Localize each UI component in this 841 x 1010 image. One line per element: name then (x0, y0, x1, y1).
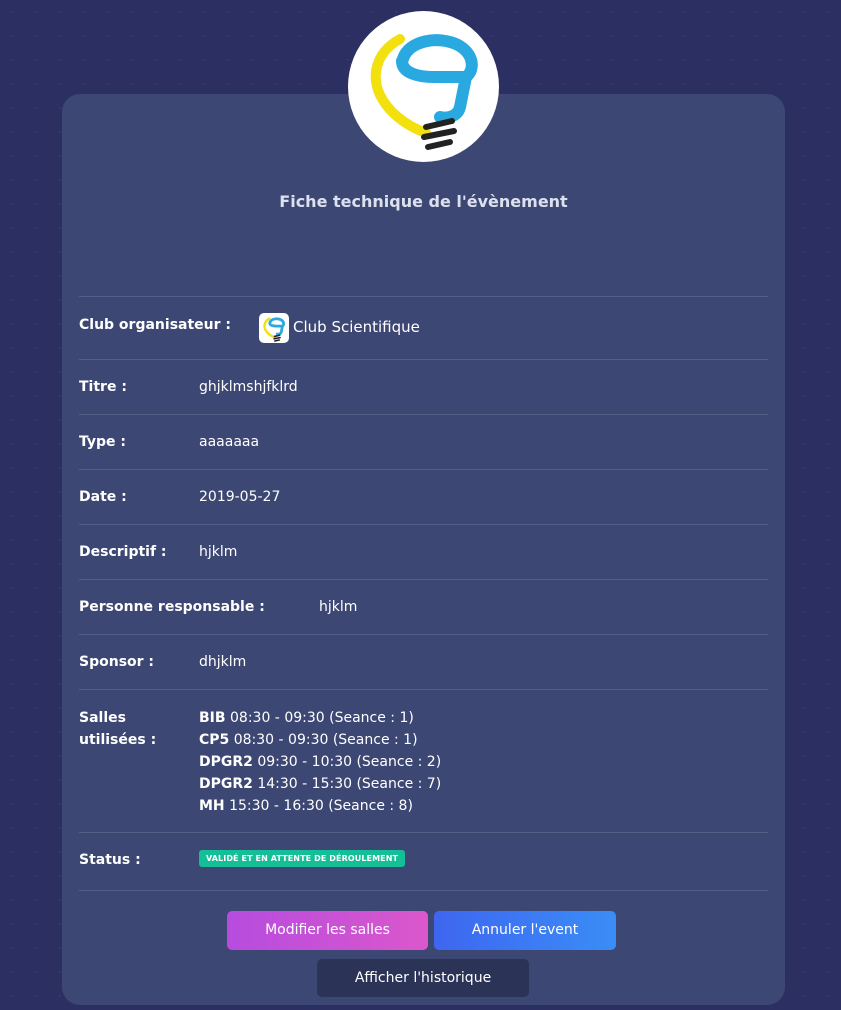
salles-label-line2: utilisées : (79, 732, 157, 748)
row-sponsor: Sponsor : dhjklm (79, 634, 768, 690)
salle-time: 08:30 - 09:30 (Seance : 1) (233, 732, 418, 748)
date-value: 2019-05-27 (199, 489, 281, 505)
salle-item: DPGR2 09:30 - 10:30 (Seance : 2) (199, 751, 441, 773)
salles-label: Salles utilisées : (79, 707, 156, 751)
row-type: Type : aaaaaaa (79, 414, 768, 470)
row-club: Club organisateur : Club Scientifique (79, 296, 768, 360)
row-titre: Titre : ghjklmshjfklrd (79, 359, 768, 415)
titre-label: Titre : (79, 379, 127, 395)
salle-item: MH 15:30 - 16:30 (Seance : 8) (199, 795, 441, 817)
row-descriptif: Descriptif : hjklm (79, 524, 768, 580)
row-date: Date : 2019-05-27 (79, 469, 768, 525)
descriptif-value: hjklm (199, 544, 238, 560)
titre-value: ghjklmshjfklrd (199, 379, 298, 395)
cancel-event-button[interactable]: Annuler l'event (434, 911, 616, 950)
sponsor-label: Sponsor : (79, 654, 155, 670)
type-label: Type : (79, 434, 127, 450)
type-value: aaaaaaa (199, 434, 260, 450)
salles-label-line1: Salles (79, 710, 126, 726)
salle-room: MH (199, 798, 225, 814)
page-title: Fiche technique de l'évènement (279, 192, 568, 211)
row-salles: Salles utilisées : BIB 08:30 - 09:30 (Se… (79, 689, 768, 833)
show-history-button[interactable]: Afficher l'historique (317, 959, 529, 997)
responsable-value: hjklm (319, 599, 358, 615)
modify-rooms-button[interactable]: Modifier les salles (227, 911, 428, 950)
salle-time: 14:30 - 15:30 (Seance : 7) (257, 776, 442, 792)
salle-item: CP5 08:30 - 09:30 (Seance : 1) (199, 729, 441, 751)
salle-room: CP5 (199, 732, 230, 748)
responsable-label: Personne responsable : (79, 599, 265, 615)
salle-item: BIB 08:30 - 09:30 (Seance : 1) (199, 707, 441, 729)
salle-room: BIB (199, 710, 226, 726)
date-label: Date : (79, 489, 127, 505)
club-label: Club organisateur : (79, 317, 232, 333)
salles-list: BIB 08:30 - 09:30 (Seance : 1) CP5 08:30… (199, 707, 441, 817)
salle-room: DPGR2 (199, 776, 253, 792)
row-responsable: Personne responsable : hjklm (79, 579, 768, 635)
status-label: Status : (79, 852, 141, 868)
salle-room: DPGR2 (199, 754, 253, 770)
row-status: Status : VALIDÉ ET EN ATTENTE DE DÉROULE… (79, 832, 768, 891)
divider (79, 890, 768, 891)
status-badge: VALIDÉ ET EN ATTENTE DE DÉROULEMENT (199, 850, 406, 867)
club-logo-icon (348, 11, 499, 162)
salle-item: DPGR2 14:30 - 15:30 (Seance : 7) (199, 773, 441, 795)
salle-time: 08:30 - 09:30 (Seance : 1) (230, 710, 414, 726)
descriptif-label: Descriptif : (79, 544, 167, 560)
club-name[interactable]: Club Scientifique (293, 318, 420, 336)
sponsor-value: dhjklm (199, 654, 247, 670)
salle-time: 15:30 - 16:30 (Seance : 8) (229, 798, 413, 814)
club-logo-small-icon (259, 313, 289, 343)
salle-time: 09:30 - 10:30 (Seance : 2) (257, 754, 442, 770)
